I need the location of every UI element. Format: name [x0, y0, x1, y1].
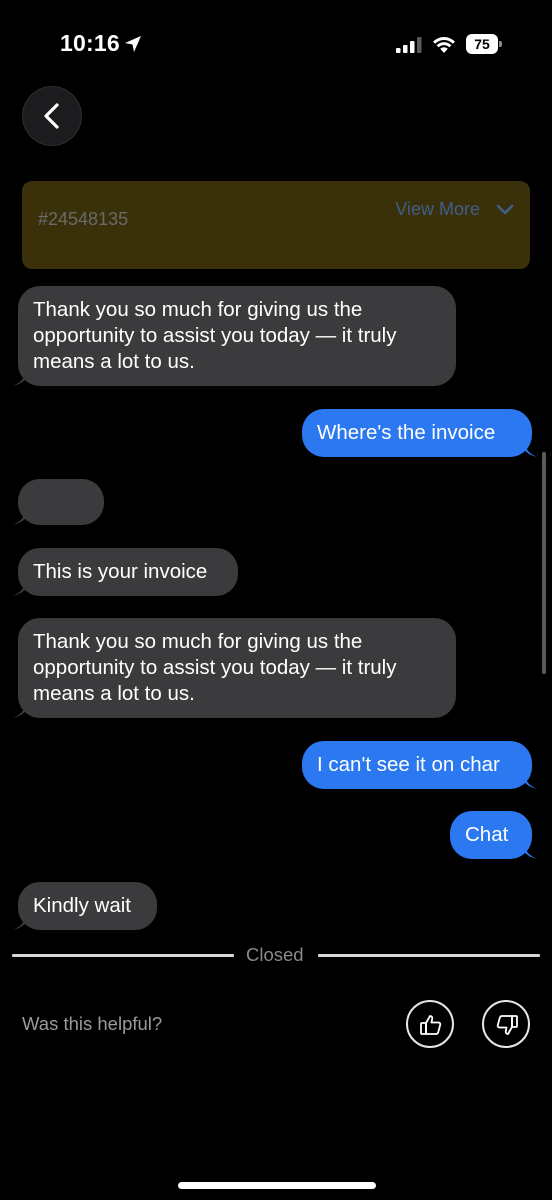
message-text: I can't see it on char — [317, 753, 500, 776]
user-message: Chat — [450, 811, 538, 859]
chevron-left-icon — [44, 103, 59, 129]
bubble-tail — [12, 910, 32, 930]
home-indicator[interactable] — [178, 1182, 376, 1189]
location-arrow-icon — [125, 36, 141, 52]
agent-message: Thank you so much for giving us the oppo… — [12, 286, 456, 386]
bubble-tail — [12, 698, 32, 718]
signal-icon — [396, 37, 422, 53]
thumbs-down-icon — [496, 1015, 518, 1035]
closed-label: Closed — [246, 944, 304, 965]
ticket-id: #24548135 — [38, 209, 129, 229]
helpful-question: Was this helpful? — [22, 1013, 163, 1034]
bubble-tail — [12, 576, 32, 596]
bubble-tail — [518, 437, 538, 457]
status-bar: 10:16 75 — [0, 0, 552, 90]
message-text: Kindly wait — [33, 894, 131, 917]
wifi-icon — [433, 37, 455, 53]
bubble-tail — [12, 505, 32, 525]
message-text: Where's the invoice — [317, 421, 496, 444]
user-message: I can't see it on char — [302, 741, 538, 789]
agent-message-empty — [12, 479, 104, 525]
bubble-tail — [518, 839, 538, 859]
back-button[interactable] — [22, 86, 82, 146]
message-line: opportunity to assist you today — it tru… — [33, 656, 397, 679]
bubble-tail — [12, 366, 32, 386]
message-line: means a lot to us. — [33, 350, 195, 373]
message-line: Thank you so much for giving us the — [33, 630, 363, 653]
message-line: means a lot to us. — [33, 682, 195, 705]
thumbs-up-button[interactable] — [406, 1000, 454, 1048]
user-message: Where's the invoice — [302, 409, 538, 457]
view-more-button[interactable]: View More — [395, 199, 514, 220]
status-time: 10:16 — [60, 30, 120, 56]
message-text: This is your invoice — [33, 560, 208, 583]
message-line: Thank you so much for giving us the — [33, 298, 363, 321]
divider-right — [318, 954, 540, 957]
ticket-summary: #24548135 View More — [22, 181, 530, 269]
thumbs-up-icon — [420, 1015, 442, 1035]
view-more-label: View More — [395, 199, 480, 219]
message-text: Chat — [465, 823, 509, 846]
chat-screen: 10:16 75 #24548135 View More Thank you s… — [0, 0, 552, 1200]
message-line: opportunity to assist you today — it tru… — [33, 324, 397, 347]
chevron-down-icon — [496, 204, 514, 214]
scrollbar[interactable] — [542, 452, 546, 674]
agent-message: Thank you so much for giving us the oppo… — [12, 618, 456, 718]
bubble-tail — [518, 769, 538, 789]
divider-left — [12, 954, 234, 957]
thumbs-down-button[interactable] — [482, 1000, 530, 1048]
agent-message: This is your invoice — [12, 548, 238, 596]
battery-level: 75 — [466, 34, 498, 54]
agent-message: Kindly wait — [12, 882, 157, 930]
battery-icon: 75 — [466, 34, 502, 54]
